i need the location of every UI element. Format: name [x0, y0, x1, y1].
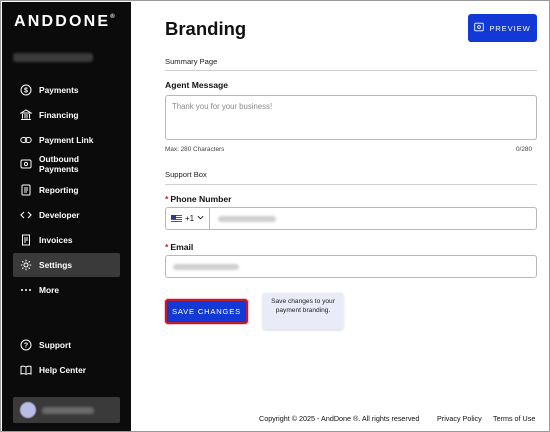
- phone-number-input[interactable]: [210, 208, 536, 229]
- help-circle-icon: ?: [20, 339, 32, 351]
- preview-icon: [474, 22, 485, 34]
- us-flag-icon: [171, 215, 182, 222]
- save-changes-button[interactable]: SAVE CHANGES: [165, 299, 248, 324]
- sidebar-item-help-center[interactable]: Help Center: [13, 358, 120, 382]
- link-icon: [20, 134, 32, 146]
- sidebar: ANDDONE® $ Payments Financing Payment Li…: [2, 2, 131, 431]
- support-section-title: Support Box: [165, 170, 207, 179]
- sidebar-item-label: Developer: [39, 210, 80, 220]
- sidebar-item-financing[interactable]: Financing: [13, 103, 120, 127]
- sidebar-item-label: Payments: [39, 85, 79, 95]
- avatar: [20, 402, 36, 418]
- anddone-logo[interactable]: ANDDONE®: [14, 13, 115, 31]
- code-icon: [20, 209, 32, 221]
- gear-icon: [20, 259, 32, 271]
- phone-number-field: +1: [165, 207, 537, 230]
- sidebar-item-support[interactable]: ? Support: [13, 333, 120, 357]
- sidebar-item-label: Invoices: [39, 235, 73, 245]
- character-count: 0/280: [516, 146, 532, 153]
- preview-label: PREVIEW: [489, 23, 531, 33]
- agent-message-placeholder: Thank you for your business!: [172, 102, 273, 111]
- sidebar-item-payment-link[interactable]: Payment Link: [13, 128, 120, 152]
- sidebar-item-label: Reporting: [39, 185, 79, 195]
- divider: [165, 70, 537, 71]
- required-marker: *: [165, 194, 169, 204]
- dollar-circle-icon: $: [20, 84, 32, 96]
- report-icon: [20, 184, 32, 196]
- main-content: Branding PREVIEW Summary Page Agent Mess…: [132, 2, 549, 431]
- sidebar-item-developer[interactable]: Developer: [13, 203, 120, 227]
- email-field[interactable]: [165, 255, 537, 278]
- sidebar-item-label: Help Center: [39, 365, 87, 375]
- country-code: +1: [185, 214, 195, 223]
- sidebar-item-reporting[interactable]: Reporting: [13, 178, 120, 202]
- sidebar-item-payments[interactable]: $ Payments: [13, 78, 120, 102]
- sidebar-item-label: More: [39, 285, 60, 295]
- logo-mark: ®: [110, 13, 115, 20]
- sidebar-item-invoices[interactable]: Invoices: [13, 228, 120, 252]
- user-name-redacted: [42, 406, 94, 414]
- required-marker: *: [165, 242, 169, 252]
- email-placeholder-redacted: [173, 263, 239, 270]
- divider: [165, 184, 537, 185]
- sidebar-item-label: Outbound Payments: [39, 154, 79, 174]
- book-icon: [20, 364, 32, 376]
- app-window: ANDDONE® $ Payments Financing Payment Li…: [0, 0, 550, 432]
- user-profile-button[interactable]: [13, 397, 120, 423]
- max-characters-hint: Max: 280 Characters: [165, 146, 225, 153]
- sidebar-item-label: Financing: [39, 110, 79, 120]
- phone-label-text: Phone Number: [170, 194, 232, 204]
- sidebar-item-settings[interactable]: Settings: [13, 253, 120, 277]
- preview-button[interactable]: PREVIEW: [468, 14, 537, 42]
- save-tooltip: Save changes to your payment branding.: [263, 293, 343, 329]
- phone-number-label: * Phone Number: [165, 194, 231, 204]
- outbound-icon: [20, 158, 32, 170]
- sidebar-item-more[interactable]: More: [13, 278, 120, 302]
- summary-section-title: Summary Page: [165, 57, 218, 66]
- svg-text:$: $: [24, 88, 28, 95]
- chevron-down-icon: [197, 214, 204, 223]
- sidebar-item-outbound-payments[interactable]: Outbound Payments: [13, 152, 120, 176]
- email-label: * Email: [165, 242, 193, 252]
- agent-message-textarea[interactable]: Thank you for your business!: [165, 95, 537, 140]
- invoice-icon: [20, 234, 32, 246]
- copyright-text: Copyright © 2025 - AndDone ®. All rights…: [259, 414, 420, 423]
- logo-text: ANDDONE: [14, 13, 111, 30]
- agent-message-label: Agent Message: [165, 80, 229, 90]
- privacy-policy-link[interactable]: Privacy Policy: [437, 414, 482, 423]
- sidebar-item-label: Settings: [39, 260, 73, 270]
- phone-placeholder-redacted: [218, 215, 277, 222]
- page-title: Branding: [165, 18, 247, 39]
- country-code-select[interactable]: +1: [166, 208, 211, 229]
- sidebar-item-label: Payment Link: [39, 135, 94, 145]
- sidebar-item-label: Support: [39, 340, 72, 350]
- dots-icon: [20, 284, 32, 296]
- account-name-redacted: [13, 53, 93, 62]
- svg-text:?: ?: [24, 343, 28, 350]
- bank-icon: [20, 109, 32, 121]
- terms-of-use-link[interactable]: Terms of Use: [493, 414, 535, 423]
- email-label-text: Email: [170, 242, 194, 252]
